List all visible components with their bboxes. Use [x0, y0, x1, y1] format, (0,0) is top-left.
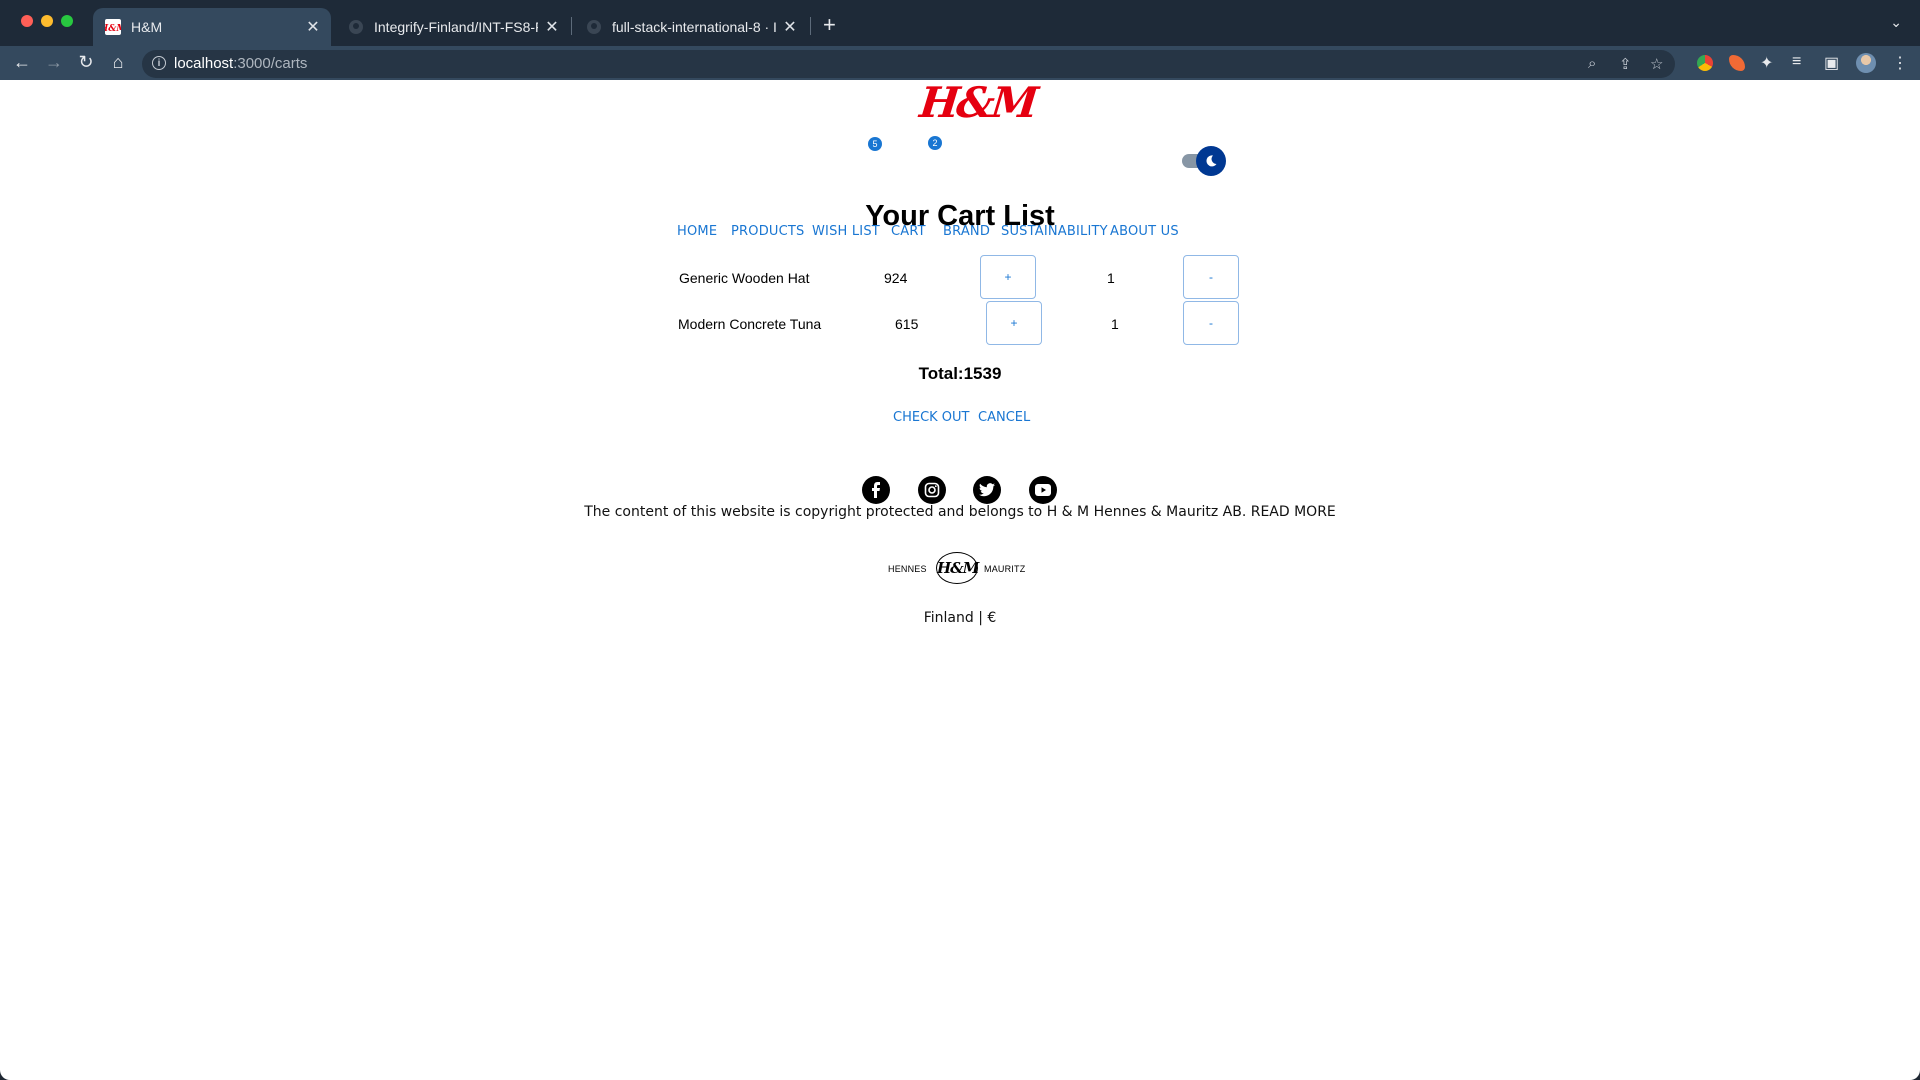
github-icon — [348, 19, 364, 35]
browser-tab-bar: H&M H&M ✕ Integrify-Finland/INT-FS8-Fron… — [0, 0, 1920, 46]
region-currency[interactable]: Finland | € — [0, 610, 1920, 626]
increase-quantity-button[interactable]: + — [980, 255, 1036, 299]
extensions-puzzle-icon[interactable]: ✦ — [1760, 53, 1773, 73]
wishlist-count-badge: 5 — [868, 137, 882, 151]
cart-count-badge: 2 — [928, 136, 942, 150]
cart-item-name: Modern Concrete Tuna — [678, 316, 822, 332]
youtube-icon[interactable] — [1029, 476, 1057, 504]
tab-separator — [571, 17, 572, 35]
forward-arrow-icon[interactable]: → — [42, 52, 66, 73]
profile-avatar[interactable] — [1856, 53, 1876, 73]
window-zoom-button[interactable] — [61, 15, 73, 27]
tab-title: full-stack-international-8 · Inte — [612, 19, 776, 35]
tab-close-icon[interactable]: ✕ — [305, 17, 321, 37]
zoom-icon[interactable]: ⌕ — [1588, 55, 1596, 72]
url-text[interactable]: localhost:3000/carts — [174, 55, 307, 72]
brand-right-text: MAURITZ — [984, 564, 1026, 574]
tab-close-icon[interactable]: ✕ — [782, 17, 798, 37]
cart-item-price: 924 — [884, 270, 908, 286]
extension-chrome-icon[interactable] — [1697, 55, 1713, 71]
tab-title: H&M — [131, 19, 163, 35]
site-info-icon[interactable]: i — [152, 56, 166, 70]
decrease-quantity-button[interactable]: - — [1183, 255, 1239, 299]
hm-favicon-icon: H&M — [105, 19, 121, 35]
page-viewport: H&M HOME PRODUCTS WISH LIST 5 CART 2 BRA… — [0, 80, 1920, 1080]
tab-close-icon[interactable]: ✕ — [544, 17, 560, 37]
reading-list-icon[interactable]: ≡ — [1792, 53, 1801, 71]
main-nav: HOME PRODUCTS WISH LIST 5 CART 2 BRAND S… — [0, 136, 1920, 239]
address-bar[interactable]: i localhost:3000/carts ⌕ ⇪ ☆ — [142, 50, 1675, 78]
copyright-text: The content of this website is copyright… — [584, 504, 1336, 520]
moon-icon — [1196, 146, 1226, 176]
cart-item-quantity: 1 — [1111, 316, 1119, 332]
side-panel-icon[interactable]: ▣ — [1824, 53, 1839, 73]
tab-title: Integrify-Finland/INT-FS8-Fron — [374, 19, 538, 35]
share-icon[interactable]: ⇪ — [1619, 55, 1632, 73]
browser-tab-hm[interactable]: H&M H&M ✕ — [93, 8, 331, 46]
theme-toggle[interactable] — [1182, 146, 1226, 176]
browser-tab-github-repo[interactable]: Integrify-Finland/INT-FS8-Fron ✕ — [336, 8, 570, 46]
decrease-quantity-button[interactable]: - — [1183, 301, 1239, 345]
cancel-button[interactable]: CANCEL — [978, 410, 1030, 425]
brand-mark: H&M — [936, 552, 979, 584]
hm-logo[interactable]: H&M — [917, 80, 1037, 127]
cart-item-name: Generic Wooden Hat — [679, 270, 810, 286]
checkout-button[interactable]: CHECK OUT — [893, 410, 970, 425]
cart-item-price: 615 — [895, 316, 919, 332]
cart-item-quantity: 1 — [1107, 270, 1115, 286]
github-icon — [586, 19, 602, 35]
instagram-icon[interactable] — [918, 476, 946, 504]
reload-icon[interactable]: ↻ — [74, 52, 98, 73]
extension-red-icon[interactable] — [1729, 55, 1745, 71]
new-tab-icon[interactable]: + — [823, 12, 836, 38]
browser-toolbar: ← → ↻ ⌂ i localhost:3000/carts ⌕ ⇪ ☆ ✦ ≡… — [0, 46, 1920, 80]
page-title: Your Cart List — [865, 200, 1055, 232]
twitter-icon[interactable] — [973, 476, 1001, 504]
tab-search-chevron-icon[interactable]: ⌄ — [1890, 14, 1902, 31]
window-close-button[interactable] — [21, 15, 33, 27]
bookmark-star-icon[interactable]: ☆ — [1650, 55, 1663, 73]
increase-quantity-button[interactable]: + — [986, 301, 1042, 345]
hennes-mauritz-logo: HENNES H&M MAURITZ — [888, 552, 1032, 586]
facebook-icon[interactable] — [862, 476, 890, 504]
browser-tab-github-org[interactable]: full-stack-international-8 · Inte ✕ — [574, 8, 808, 46]
svg-text:H&M: H&M — [105, 24, 121, 34]
cart-total: Total:1539 — [918, 364, 1002, 383]
browser-menu-icon[interactable]: ⋮ — [1892, 53, 1908, 73]
brand-left-text: HENNES — [888, 564, 927, 574]
tab-separator — [810, 17, 811, 35]
window-minimize-button[interactable] — [41, 15, 53, 27]
back-arrow-icon[interactable]: ← — [10, 52, 34, 73]
home-icon[interactable]: ⌂ — [106, 52, 130, 73]
